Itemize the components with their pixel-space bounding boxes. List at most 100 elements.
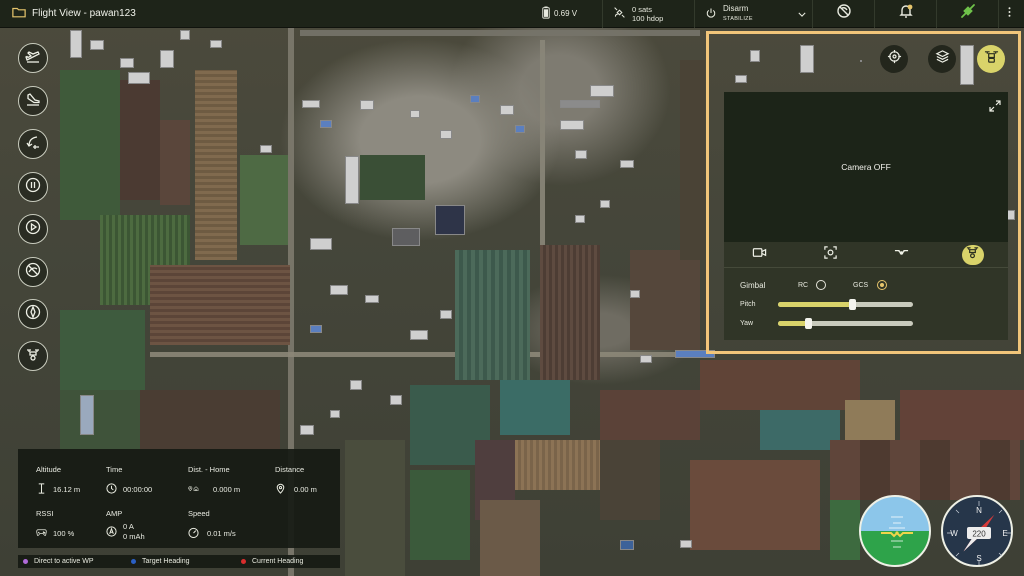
return-home-icon [25, 134, 41, 155]
notifications-button[interactable] [874, 0, 936, 28]
gcs-radio[interactable] [877, 280, 887, 290]
hide-button[interactable] [18, 257, 48, 287]
yaw-handle[interactable] [804, 317, 812, 329]
telemetry-panel: Altitude 16.12 m Time 00:00:00 Dist. - H… [18, 449, 340, 548]
tab-gimbal[interactable] [937, 242, 1008, 267]
pause-icon [25, 177, 41, 198]
expand-icon[interactable] [989, 99, 1001, 112]
chevron-down-icon[interactable] [798, 10, 806, 19]
attitude-indicator [859, 495, 931, 567]
speed-value: 0.01 m/s [207, 529, 236, 538]
arm-mode-selector[interactable]: Disarm STABILIZE [694, 0, 812, 28]
play-icon [25, 219, 41, 240]
flight-mode: STABILIZE [723, 15, 753, 22]
legend-dot-red [241, 559, 246, 564]
tab-capture[interactable] [795, 242, 866, 267]
gimbal-icon [965, 245, 980, 265]
speedometer-icon [188, 527, 199, 540]
amp-cell: AMP 0 A0 mAh [106, 509, 145, 541]
rc-radio[interactable] [816, 280, 826, 290]
pause-button[interactable] [18, 172, 48, 202]
legend-label: Current Heading [252, 558, 304, 565]
compass-dial: N S E W 220 [947, 501, 1011, 565]
amp-icon [106, 525, 117, 539]
rssi-value: 100 % [53, 529, 75, 538]
altitude-icon [36, 483, 47, 496]
tab-drone[interactable] [866, 242, 937, 267]
locate-button[interactable] [880, 45, 908, 73]
rc-label: RC [798, 281, 809, 289]
hdop-value: 100 hdop [632, 13, 664, 23]
target-icon [887, 49, 902, 69]
pitch-slider-row: Pitch [740, 298, 1000, 310]
video-camera-icon [752, 245, 767, 265]
land-icon [25, 91, 41, 112]
dist-home-value: 0.000 m [213, 485, 241, 494]
app-title-area: Flight View - pawan123 [0, 5, 360, 22]
time-cell: Time 00:00:00 [106, 465, 152, 494]
altitude-value: 16.12 m [53, 485, 81, 494]
return-home-button[interactable] [18, 129, 48, 159]
battery-status: 0.69 V [542, 0, 602, 28]
clock-icon [106, 483, 117, 496]
camera-controls: Gimbal RC GCS Pitch Yaw [724, 242, 1008, 340]
pitch-handle[interactable] [849, 298, 857, 310]
sats-count: 0 sats [632, 4, 653, 14]
altitude-label: Altitude [36, 465, 62, 474]
arm-state: Disarm [723, 3, 749, 13]
folder-icon[interactable] [12, 5, 26, 22]
map-layers-button[interactable] [928, 45, 956, 73]
yaw-label: Yaw [740, 319, 754, 327]
compass-arrow-button[interactable] [18, 299, 48, 329]
rssi-label: RSSI [36, 509, 54, 518]
compass-north: N [976, 506, 982, 515]
camera-toggle-button[interactable] [977, 45, 1005, 73]
speed-cell: Speed 0.01 m/s [188, 509, 236, 539]
compass-heading: 220 [972, 530, 986, 539]
gps-status[interactable]: 0 sats 100 hdop [602, 0, 694, 28]
rssi-cell: RSSI 100 % [36, 509, 74, 538]
gimbal-drone-button[interactable] [18, 341, 48, 371]
compass-indicator: N S E W 220 [941, 495, 1013, 567]
pitch-label: Pitch [740, 300, 756, 308]
power-icon [705, 7, 717, 21]
distance-cell: Distance 0.00 m [275, 465, 317, 494]
no-gps-icon [836, 3, 852, 24]
gamepad-icon [36, 527, 47, 540]
legend-label: Target Heading [142, 558, 190, 565]
battery-voltage: 0.69 V [554, 9, 578, 18]
legend-dot-blue [131, 559, 136, 564]
drone-icon [894, 245, 909, 265]
time-label: Time [106, 465, 123, 474]
pitch-slider[interactable] [778, 298, 913, 310]
camera-tabs [724, 242, 1008, 268]
more-menu-button[interactable] [998, 0, 1020, 28]
land-button[interactable] [18, 86, 48, 116]
gcs-label: GCS [853, 281, 869, 289]
drone-camera-icon [984, 49, 999, 69]
compass-south: S [976, 554, 981, 563]
yaw-slider-row: Yaw [740, 317, 1000, 329]
legend-item-direct-wp: Direct to active WP [18, 558, 126, 565]
gps-toggle-button[interactable] [812, 0, 874, 28]
capture-icon [823, 245, 838, 265]
heading-legend: Direct to active WP Target Heading Curre… [18, 555, 340, 568]
distance-label: Distance [275, 465, 305, 474]
compass-west: W [950, 529, 958, 538]
top-bar: Flight View - pawan123 0.69 V 0 sats 100 … [0, 0, 1024, 28]
connection-button[interactable] [936, 0, 998, 28]
dist-home-label: Dist. - Home [188, 465, 230, 474]
legend-item-target-heading: Target Heading [126, 558, 236, 565]
play-button[interactable] [18, 214, 48, 244]
compass-arrow-icon [25, 304, 41, 325]
battery-icon [542, 6, 550, 21]
dist-home-cell: Dist. - Home 0.000 m [188, 465, 240, 494]
yaw-slider[interactable] [778, 317, 913, 329]
tab-video[interactable] [724, 242, 795, 267]
takeoff-button[interactable] [18, 43, 48, 73]
more-icon [1008, 6, 1011, 21]
satellite-icon [613, 6, 626, 21]
location-pin-icon [275, 483, 286, 496]
legend-item-current-heading: Current Heading [236, 558, 303, 565]
time-value: 00:00:00 [123, 485, 153, 494]
